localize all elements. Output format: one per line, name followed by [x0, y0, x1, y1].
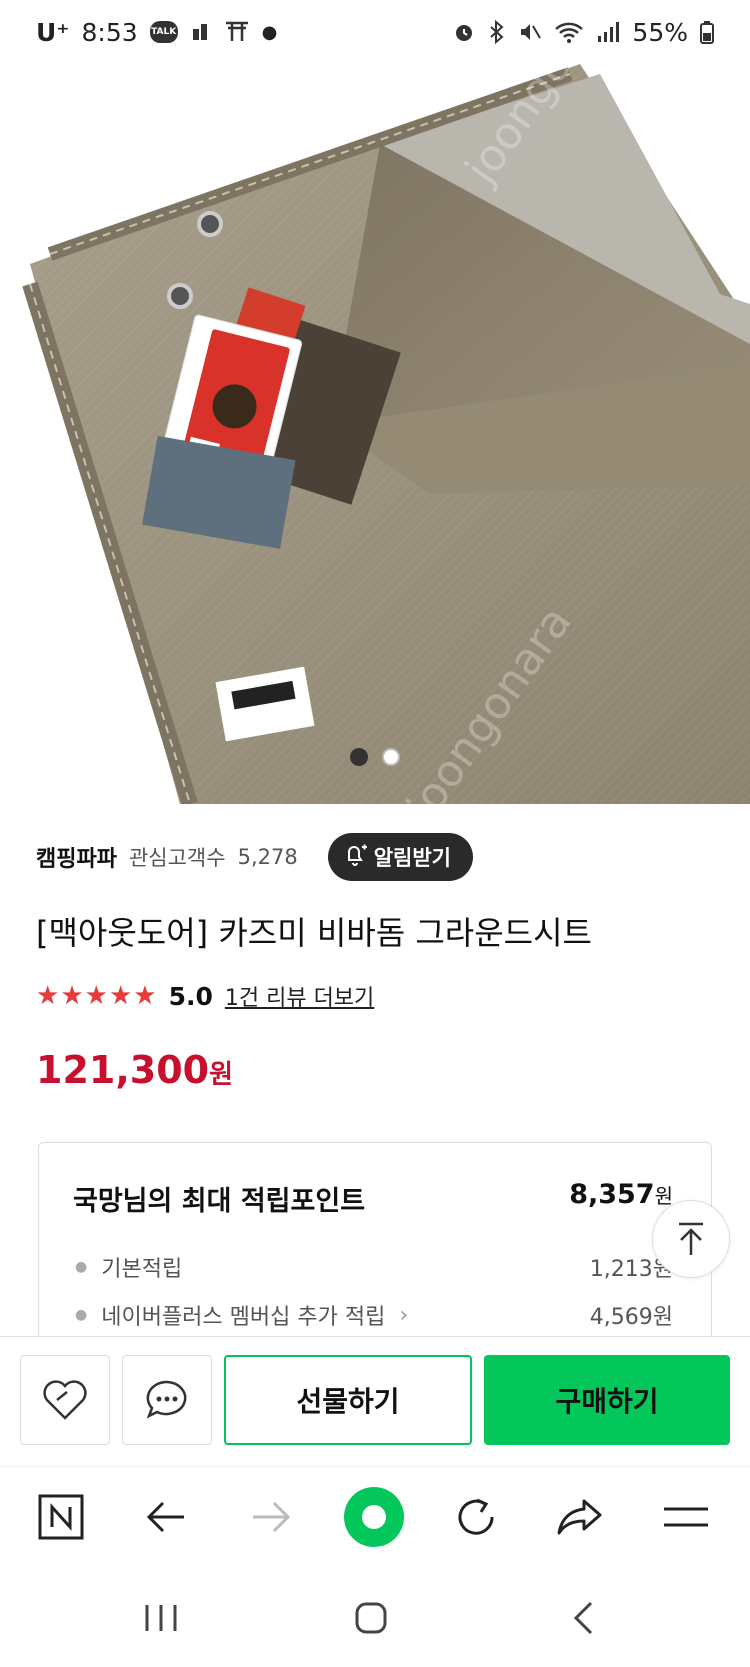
wishlist-button[interactable]	[20, 1355, 110, 1445]
store-name[interactable]: 캠핑파파	[36, 841, 117, 873]
carousel-indicators	[0, 748, 750, 766]
bluetooth-icon	[488, 20, 506, 44]
points-box: 국망님의 최대 적립포인트 8,357원 ● 기본적립 1,213원 ● 네이버…	[38, 1142, 712, 1342]
green-dot-button[interactable]	[342, 1485, 406, 1549]
notify-button[interactable]: 알림받기	[327, 833, 473, 881]
bullet-icon: ●	[75, 1307, 88, 1323]
points-total: 8,357원	[569, 1179, 673, 1210]
rating-value: 5.0	[168, 981, 213, 1011]
rating-row: ★ ★ ★ ★ ★ 5.0 1건 리뷰 더보기	[36, 980, 374, 1012]
arrow-up-icon	[679, 1222, 703, 1255]
product-image-carousel[interactable]: joongonara.com joongonara	[0, 64, 750, 804]
price: 121,300	[36, 1048, 210, 1092]
gift-button[interactable]: 선물하기	[224, 1355, 472, 1445]
star-icon: ★	[60, 981, 84, 1011]
home-square-icon	[355, 1602, 387, 1634]
star-icon: ★	[84, 981, 108, 1011]
alarm-icon	[452, 20, 476, 44]
carousel-dot-2[interactable]	[382, 748, 400, 766]
star-icon: ★	[133, 981, 157, 1011]
follower-label: 관심고객수	[128, 846, 226, 870]
more-notifications-dot: ●	[261, 21, 278, 43]
naver-home-button[interactable]	[33, 1489, 89, 1545]
heart-icon	[43, 1380, 87, 1420]
carrier-label: U⁺	[36, 17, 70, 47]
bell-plus-icon	[344, 843, 368, 872]
store-row: 캠핑파파 관심고객수 5,278 알림받기	[36, 832, 473, 882]
points-item-value: 4,569원	[589, 1305, 673, 1330]
recent-apps-icon	[145, 1605, 177, 1631]
signal-icon	[596, 20, 620, 44]
talk-button[interactable]	[122, 1355, 212, 1445]
star-icon: ★	[108, 981, 133, 1011]
arrow-left-icon	[146, 1501, 184, 1533]
star-icon: ★	[36, 981, 60, 1011]
review-link[interactable]: 1건 리뷰 더보기	[225, 980, 374, 1012]
menu-button[interactable]	[658, 1489, 714, 1545]
battery-icon	[700, 20, 714, 44]
points-item-label: 네이버플러스 멤버십 추가 적립	[101, 1305, 386, 1330]
green-circle-icon	[344, 1487, 404, 1547]
mute-icon	[518, 20, 542, 44]
share-icon	[557, 1499, 602, 1535]
back-button[interactable]	[138, 1489, 194, 1545]
naver-n-icon	[38, 1494, 84, 1540]
status-bar: U⁺ 8:53 TALK ● 55%	[0, 0, 750, 64]
hamburger-menu-icon	[664, 1507, 708, 1527]
t-app-icon	[224, 20, 250, 44]
notification-icon	[190, 21, 212, 43]
rating-stars: ★ ★ ★ ★ ★	[36, 981, 157, 1011]
points-item-basic: ● 기본적립	[75, 1251, 182, 1283]
forward-button[interactable]	[243, 1489, 299, 1545]
refresh-icon	[458, 1498, 494, 1535]
system-back-button[interactable]	[558, 1596, 608, 1640]
product-title: [맥아웃도어] 카즈미 비바돔 그라운드시트	[36, 914, 592, 952]
home-button[interactable]	[346, 1596, 396, 1640]
scroll-to-top-button[interactable]	[652, 1200, 730, 1278]
browser-navigation-bar	[0, 1466, 750, 1566]
system-navigation-bar	[0, 1566, 750, 1667]
points-title: 국망님의 최대 적립포인트	[73, 1186, 366, 1217]
follower-count: 5,278	[237, 845, 298, 869]
wifi-icon	[554, 20, 584, 44]
buy-button[interactable]: 구매하기	[484, 1355, 730, 1445]
kakaotalk-icon: TALK	[149, 21, 178, 43]
notify-button-label: 알림받기	[373, 846, 451, 870]
refresh-button[interactable]	[448, 1489, 504, 1545]
points-item-label: 기본적립	[101, 1257, 183, 1282]
chat-bubble-icon	[146, 1380, 187, 1419]
recent-apps-button[interactable]	[136, 1596, 186, 1640]
product-photo: joongonara.com joongonara	[22, 64, 750, 804]
chevron-right-icon: ›	[399, 1302, 409, 1328]
bullet-icon: ●	[75, 1259, 88, 1275]
arrow-right-icon	[253, 1501, 291, 1533]
clock: 8:53	[81, 17, 138, 47]
share-button[interactable]	[552, 1489, 608, 1545]
purchase-action-bar: 선물하기 구매하기	[0, 1336, 750, 1466]
battery-percent: 55%	[632, 17, 688, 47]
chevron-left-icon	[573, 1601, 593, 1635]
price-row: 121,300 원	[36, 1048, 233, 1092]
points-total-value: 8,357	[569, 1179, 655, 1210]
points-item-membership[interactable]: ● 네이버플러스 멤버십 추가 적립 ›	[75, 1299, 408, 1331]
price-unit: 원	[209, 1060, 233, 1090]
carousel-dot-1[interactable]	[350, 748, 368, 766]
